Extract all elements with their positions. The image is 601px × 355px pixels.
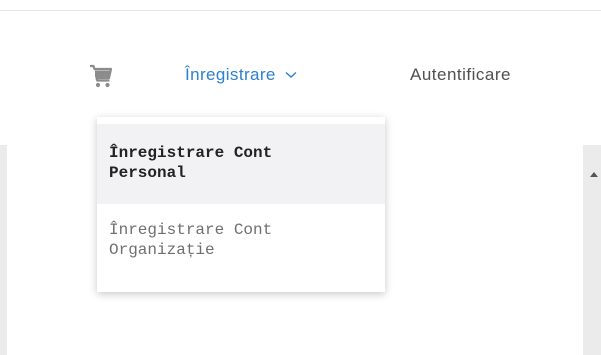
nav-register-label: Înregistrare — [185, 65, 276, 84]
shopping-cart-icon[interactable] — [89, 63, 113, 89]
nav-login-link[interactable]: Autentificare — [410, 65, 511, 85]
dropdown-item-line: Organizație — [109, 241, 215, 259]
chevron-down-icon — [285, 71, 297, 78]
dropdown-item-organization-account[interactable]: Înregistrare Cont Organizație — [97, 205, 385, 285]
dropdown-item-line: Înregistrare Cont — [109, 144, 273, 162]
nav-register-menu[interactable]: Înregistrare — [185, 65, 297, 85]
register-dropdown-menu: Înregistrare Cont Personal Înregistrare … — [97, 117, 385, 292]
scroll-up-arrow-icon[interactable] — [590, 172, 598, 177]
dropdown-item-personal-account[interactable]: Înregistrare Cont Personal — [97, 124, 385, 204]
dropdown-item-line: Înregistrare Cont — [109, 221, 273, 239]
dropdown-item-line: Personal — [109, 164, 186, 182]
